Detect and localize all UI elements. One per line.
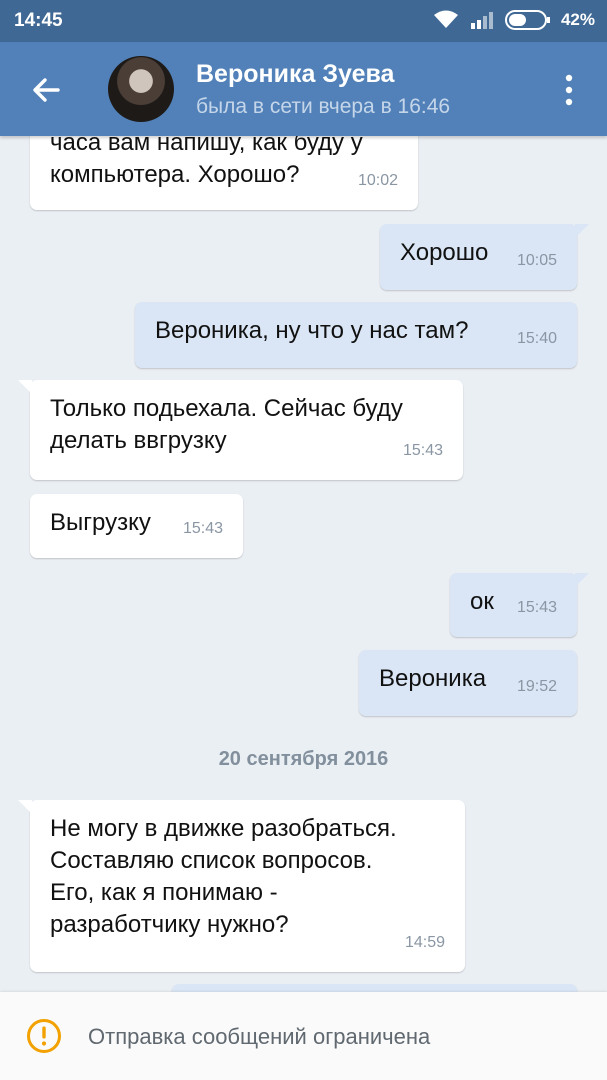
restricted-notice: Отправка сообщений ограничена: [88, 1024, 431, 1049]
bubble-tail: [18, 380, 32, 394]
status-time: 14:45: [14, 10, 63, 31]
signal-icon: [470, 12, 493, 29]
message-bubble-incoming[interactable]: Выгрузку 15:43: [30, 494, 243, 558]
message-bubble-outgoing[interactable]: Вероника 19:52: [359, 650, 577, 716]
message-bubble-outgoing[interactable]: Хорошо 10:05: [380, 224, 589, 290]
message-time: 14:59: [404, 934, 445, 951]
message-time: 15:43: [182, 520, 223, 537]
message-list[interactable]: часа вам напишу, как буду у компьютера. …: [0, 136, 607, 992]
date-separator: 20 сентября 2016: [218, 748, 389, 770]
message-text: Только подьехала. Сейчас буду делать ввг…: [50, 395, 403, 454]
bubble-tail: [18, 800, 32, 814]
contact-status: была в сети вчера в 16:46: [196, 95, 451, 118]
battery-icon: [504, 10, 550, 30]
message-time: 19:52: [516, 678, 557, 695]
bubble-tail: [575, 224, 589, 238]
message-time: 10:05: [516, 252, 557, 269]
bubble-tail: [575, 573, 589, 587]
message-text: Не могу в движке разобраться. Составляю …: [50, 815, 397, 938]
back-arrow-icon[interactable]: [26, 70, 66, 110]
message-text: часа вам напишу, как буду у компьютера. …: [50, 136, 363, 188]
more-vertical-icon[interactable]: [557, 72, 581, 108]
status-bar: 14:45 42%: [0, 0, 607, 42]
message-bubble-outgoing[interactable]: ок 15:43: [450, 573, 589, 637]
wifi-icon: [433, 10, 458, 28]
message-text: Вероника, ну что у нас там?: [155, 317, 469, 344]
message-bubble-outgoing[interactable]: Вероника, ну что у нас там? 15:40: [135, 302, 577, 368]
message-time: 15:43: [402, 442, 443, 459]
message-bubble-incoming[interactable]: Только подьехала. Сейчас буду делать ввг…: [18, 380, 463, 480]
message-bubble-incoming[interactable]: часа вам напишу, как буду у компьютера. …: [30, 136, 418, 210]
message-time: 10:02: [357, 172, 398, 189]
avatar[interactable]: [108, 56, 174, 122]
message-time: 15:43: [516, 599, 557, 616]
message-bubble-incoming[interactable]: Не могу в движке разобраться. Составляю …: [18, 800, 465, 972]
warning-icon: [27, 1019, 61, 1053]
message-bubble-outgoing[interactable]: [172, 984, 577, 992]
message-restricted-bar: Отправка сообщений ограничена: [0, 992, 607, 1080]
message-time: 15:40: [516, 330, 557, 347]
conversation-header: Вероника Зуева была в сети вчера в 16:46: [0, 42, 607, 136]
battery-percent: 42%: [560, 10, 595, 29]
contact-name[interactable]: Вероника Зуева: [196, 60, 394, 89]
